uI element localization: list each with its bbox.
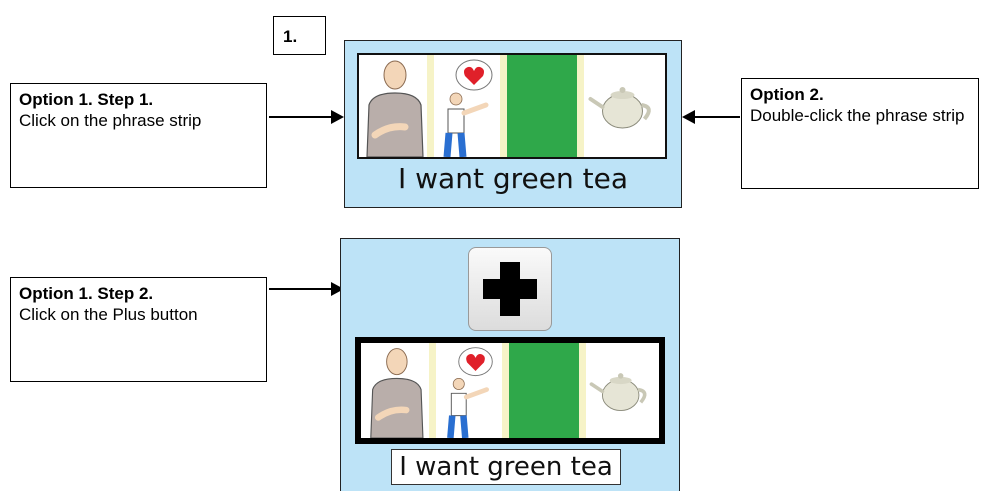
callout-title: Option 2. <box>750 85 824 104</box>
love-icon <box>427 55 507 157</box>
step-number-label: 1. <box>273 16 326 55</box>
person-icon <box>359 55 427 157</box>
callout-option2: Option 2. Double-click the phrase strip <box>741 78 979 189</box>
callout-title: Option 1. Step 1. <box>19 90 154 109</box>
callout-text: Click on the phrase strip <box>19 111 202 130</box>
green-color-swatch <box>509 343 579 438</box>
plus-button[interactable] <box>468 247 552 331</box>
phrase-panel-bottom: I want green tea <box>340 238 680 491</box>
plus-icon <box>483 262 537 316</box>
callout-text: Click on the Plus button <box>19 305 198 324</box>
callout-text: Double-click the phrase strip <box>750 106 965 125</box>
arrow-right-icon <box>269 282 344 296</box>
callout-option1-step1: Option 1. Step 1. Click on the phrase st… <box>10 83 267 188</box>
phrase-caption: I want green tea <box>398 162 628 195</box>
teapot-icon <box>579 343 659 438</box>
person-icon <box>361 343 429 438</box>
phrase-strip-selected[interactable] <box>355 337 665 444</box>
callout-option1-step2: Option 1. Step 2. Click on the Plus butt… <box>10 277 267 382</box>
teapot-icon <box>577 55 665 157</box>
phrase-caption-field[interactable]: I want green tea <box>391 449 621 485</box>
arrow-left-icon <box>682 110 740 124</box>
callout-title: Option 1. Step 2. <box>19 284 154 303</box>
phrase-panel-top: I want green tea <box>344 40 682 208</box>
green-color-swatch <box>507 55 577 157</box>
phrase-strip[interactable] <box>357 53 667 159</box>
arrow-right-icon <box>269 110 344 124</box>
love-icon <box>429 343 509 438</box>
